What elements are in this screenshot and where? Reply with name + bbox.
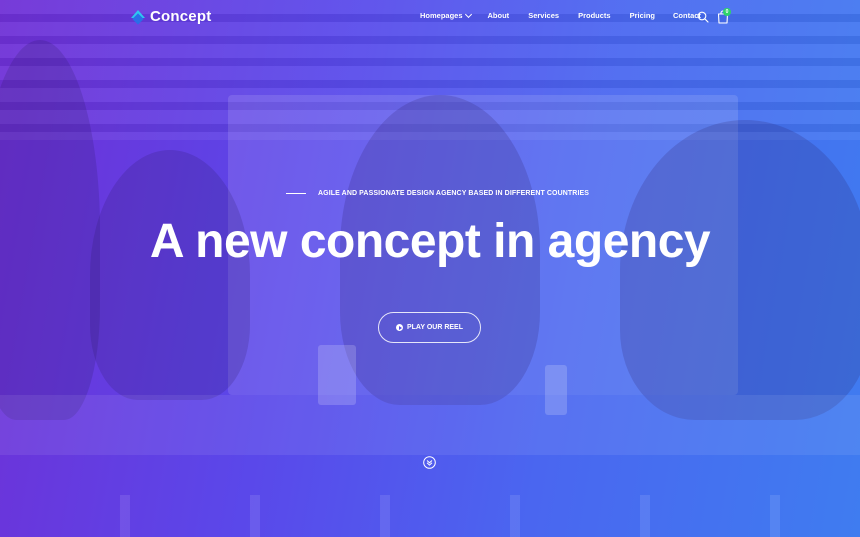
- hero-tagline: AGILE AND PASSIONATE DESIGN AGENCY BASED…: [286, 190, 589, 197]
- background-glass: [318, 345, 356, 405]
- nav-item-label: Products: [578, 11, 611, 20]
- nav-item-label: Services: [528, 11, 560, 20]
- chevron-double-down-icon[interactable]: [423, 456, 436, 469]
- background-person: [620, 120, 860, 420]
- chevron-down-icon: [464, 10, 472, 18]
- nav-item-label: Pricing: [629, 11, 656, 20]
- hero-section: Concept Homepages About Services Product…: [0, 0, 860, 537]
- background-table-legs: [0, 495, 860, 537]
- brand-logo[interactable]: Concept: [131, 8, 211, 25]
- nav-item-label: About: [487, 11, 510, 20]
- search-icon[interactable]: [697, 11, 709, 23]
- nav-item-services[interactable]: Services: [528, 11, 559, 20]
- play-reel-button[interactable]: PLAY OUR REEL: [378, 312, 481, 343]
- concept-logo-icon: [131, 9, 145, 25]
- nav-item-label: Homepages: [420, 11, 463, 20]
- play-reel-label: PLAY OUR REEL: [406, 324, 463, 331]
- site-header: Concept Homepages About Services Product…: [0, 0, 860, 34]
- nav-item-homepages[interactable]: Homepages: [420, 10, 472, 20]
- background-glass: [545, 365, 567, 415]
- background-person: [90, 150, 250, 400]
- background-table: [0, 395, 860, 455]
- cart-count-badge: 0: [723, 8, 731, 16]
- hero-headline: A new concept in agency: [149, 215, 711, 268]
- brand-name: Concept: [150, 8, 212, 25]
- nav-item-about[interactable]: About: [488, 11, 510, 20]
- tagline-text: AGILE AND PASSIONATE DESIGN AGENCY BASED…: [318, 190, 590, 197]
- nav-item-pricing[interactable]: Pricing: [630, 11, 655, 20]
- play-circle-icon: [395, 324, 403, 331]
- nav-item-products[interactable]: Products: [578, 11, 611, 20]
- tagline-divider: [286, 193, 306, 194]
- main-nav: Homepages About Services Products Pricin…: [420, 10, 701, 20]
